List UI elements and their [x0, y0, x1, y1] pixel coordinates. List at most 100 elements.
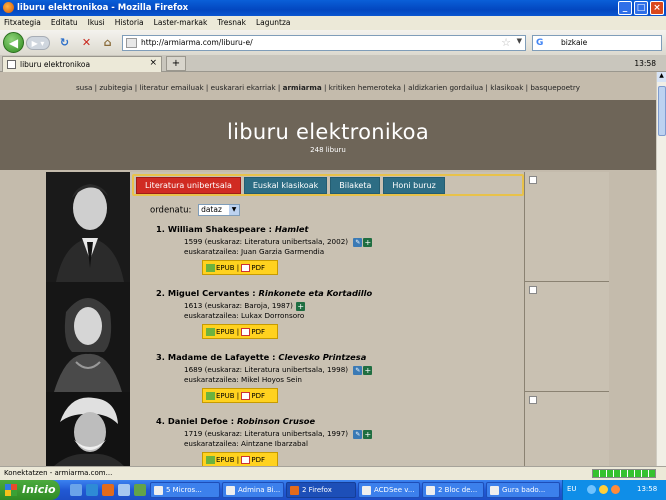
menu-view[interactable]: Ikusi: [88, 18, 105, 30]
book-title-line: 3. Madame de Lafayette : Clevesko Printz…: [156, 352, 496, 362]
site-nav-links: susa | zubitegia | literatur emailuak | …: [75, 83, 581, 92]
firefox-quicklaunch-icon[interactable]: [102, 484, 114, 496]
sidebar-box: [525, 392, 609, 466]
nav-link-euskarari-ekarriak[interactable]: euskarari ekarriak: [211, 83, 276, 92]
pdf-icon[interactable]: [241, 392, 251, 400]
pdf-link[interactable]: PDF: [251, 264, 265, 272]
book-title[interactable]: Rinkonete eta Kortadillo: [258, 288, 372, 298]
new-tab-button[interactable]: +: [166, 56, 186, 71]
pdf-link[interactable]: PDF: [251, 392, 265, 400]
start-button[interactable]: Inicio: [0, 480, 60, 500]
epub-link[interactable]: EPUB: [216, 392, 235, 400]
google-icon[interactable]: G: [536, 38, 547, 49]
tab-bilaketa[interactable]: Bilaketa: [330, 177, 381, 194]
epub-link[interactable]: EPUB: [216, 264, 235, 272]
nav-link-basquepoetry[interactable]: basquepoetry: [530, 83, 580, 92]
pdf-icon[interactable]: [241, 328, 251, 336]
book-number: 4.: [156, 416, 165, 426]
ie-icon[interactable]: [86, 484, 98, 496]
stop-icon[interactable]: ✕: [80, 36, 93, 49]
edit-icon[interactable]: ✎: [353, 429, 363, 439]
back-button[interactable]: ◀: [3, 32, 24, 53]
media-icon[interactable]: [118, 484, 130, 496]
broken-image-icon: [529, 176, 537, 184]
browser-tab[interactable]: liburu elektronikoa ×: [2, 56, 162, 72]
pdf-link[interactable]: PDF: [251, 328, 265, 336]
tab-literatura-unibertsala[interactable]: Literatura unibertsala: [136, 177, 241, 194]
taskbar-item-admina[interactable]: Admina Bi...: [222, 482, 284, 498]
add-icon[interactable]: +: [363, 365, 373, 375]
close-button[interactable]: ×: [650, 1, 664, 15]
nav-link-zubitegia[interactable]: zubitegia: [99, 83, 132, 92]
window-icon: [226, 486, 235, 495]
epub-icon[interactable]: [206, 264, 215, 272]
nav-link-klasikoak[interactable]: klasikoak: [490, 83, 523, 92]
book-meta: 1599 (euskaraz: Literatura unibertsala, …: [184, 237, 496, 257]
reload-icon[interactable]: ↻: [58, 36, 71, 49]
add-icon[interactable]: +: [363, 429, 373, 439]
pdf-link[interactable]: PDF: [251, 456, 265, 464]
sort-select[interactable]: dataz ▼: [198, 204, 241, 216]
minimize-button[interactable]: _: [618, 1, 632, 15]
taskbar-item-firefox[interactable]: 2 Firefox: [286, 482, 356, 498]
menu-file[interactable]: Fitxategia: [4, 18, 41, 30]
book-title[interactable]: Hamlet: [275, 224, 309, 234]
add-icon[interactable]: +: [296, 301, 306, 311]
tab-favicon: [7, 60, 16, 69]
show-desktop-icon[interactable]: [70, 484, 82, 496]
taskbar-clock: 13:58: [637, 485, 658, 493]
taskbar-item-notepad[interactable]: 2 Bloc de...: [422, 482, 484, 498]
taskbar-item-gura[interactable]: Gura bado...: [486, 482, 560, 498]
taskbar-item-acdsee[interactable]: ACDSee v...: [358, 482, 420, 498]
epub-link[interactable]: EPUB: [216, 456, 235, 464]
url-dropdown-icon[interactable]: ▼: [517, 37, 522, 45]
tab-close-icon[interactable]: ×: [149, 58, 157, 68]
edit-icon[interactable]: ✎: [353, 237, 363, 247]
section-tabs: Literatura unibertsala Euskal klasikoak …: [132, 174, 524, 196]
add-icon[interactable]: +: [363, 237, 373, 247]
epub-icon[interactable]: [206, 328, 215, 336]
tray-app-icon[interactable]: [611, 485, 620, 494]
book-item: 1. William Shakespeare : Hamlet 1599 (eu…: [156, 224, 496, 275]
edit-icon[interactable]: ✎: [353, 365, 363, 375]
tab-honi-buruz[interactable]: Honi buruz: [383, 177, 445, 194]
epub-link[interactable]: EPUB: [216, 328, 235, 336]
right-sidebar: [524, 172, 609, 466]
nav-link-literatur-emailuak[interactable]: literatur emailuak: [139, 83, 203, 92]
vertical-scrollbar[interactable]: ▲: [656, 72, 666, 466]
scroll-thumb[interactable]: [658, 86, 666, 136]
url-bar[interactable]: http://armiarma.com/liburu-e/ ☆ ▼: [122, 35, 526, 51]
forward-button[interactable]: ▶ ▾: [26, 36, 50, 50]
nav-link-aldizkarien-gordailua[interactable]: aldizkarien gordailua: [408, 83, 483, 92]
nav-link-kritiken-hemeroteka[interactable]: kritiken hemeroteka: [329, 83, 401, 92]
network-icon[interactable]: [587, 485, 596, 494]
pdf-icon[interactable]: [241, 264, 251, 272]
book-author: William Shakespeare :: [167, 224, 275, 234]
taskbar-item-word[interactable]: 5 Micros...: [150, 482, 220, 498]
home-icon[interactable]: ⌂: [101, 36, 114, 49]
download-box: EPUB | PDF: [202, 324, 278, 339]
scroll-up-icon[interactable]: ▲: [657, 72, 666, 82]
book-title[interactable]: Clevesko Printzesa: [278, 352, 366, 362]
language-indicator[interactable]: EU: [567, 485, 577, 493]
volume-icon[interactable]: [599, 485, 608, 494]
download-box: EPUB | PDF: [202, 452, 278, 466]
nav-link-armiarma[interactable]: armiarma: [283, 83, 322, 92]
app-quicklaunch-icon[interactable]: [134, 484, 146, 496]
menu-tools[interactable]: Tresnak: [217, 18, 246, 30]
bookmark-star-icon[interactable]: ☆: [501, 36, 511, 49]
menu-history[interactable]: Historia: [115, 18, 144, 30]
menu-bookmarks[interactable]: Laster-markak: [154, 18, 208, 30]
book-title[interactable]: Robinson Crusoe: [237, 416, 315, 426]
epub-icon[interactable]: [206, 456, 215, 464]
pdf-icon[interactable]: [241, 456, 251, 464]
tab-euskal-klasikoak[interactable]: Euskal klasikoak: [243, 177, 328, 194]
nav-link-susa[interactable]: susa: [76, 83, 92, 92]
maximize-button[interactable]: □: [634, 1, 648, 15]
chevron-down-icon[interactable]: ▼: [229, 205, 240, 215]
epub-icon[interactable]: [206, 392, 215, 400]
search-box[interactable]: G bizkaie: [532, 35, 662, 51]
menu-help[interactable]: Laguntza: [256, 18, 291, 30]
menu-edit[interactable]: Editatu: [51, 18, 78, 30]
navigation-toolbar: ◀ ▶ ▾ ↻ ✕ ⌂ http://armiarma.com/liburu-e…: [0, 30, 666, 55]
